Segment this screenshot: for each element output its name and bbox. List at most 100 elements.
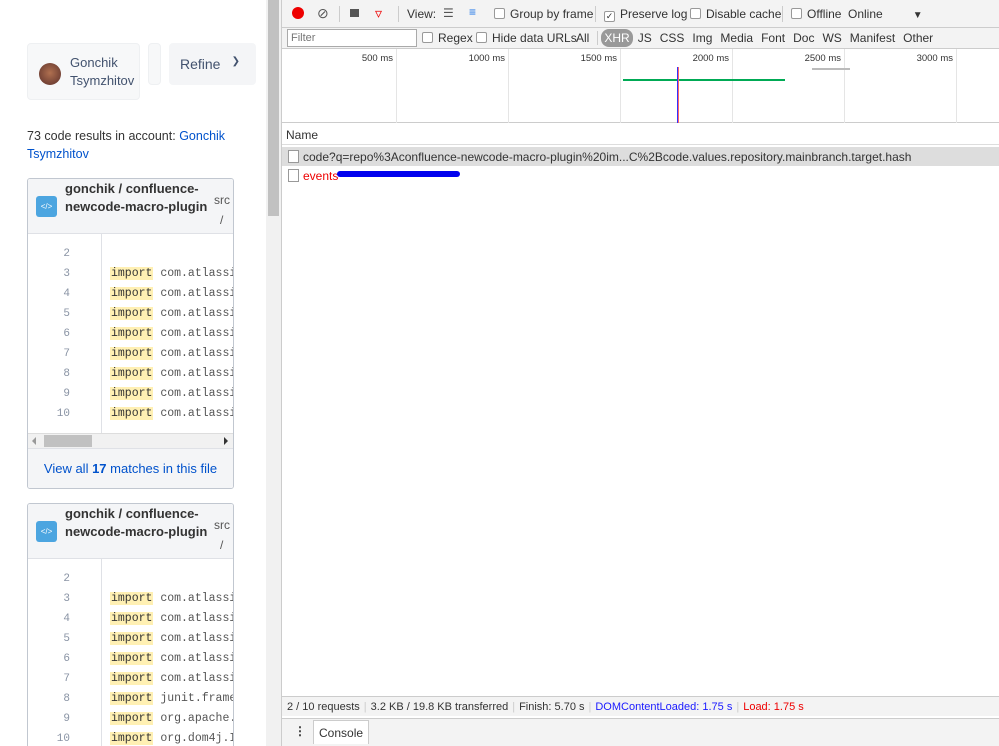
tab-console[interactable]: Console [313, 720, 370, 744]
path-separator: / [114, 506, 126, 521]
filter-input[interactable] [287, 29, 417, 47]
path-separator: / [220, 213, 224, 227]
devtools-network-panel: ⊘ ▿ View: ☰ ≡ Group by frame ✓ Preserve l… [281, 0, 999, 746]
code-line: import com.atlassi [110, 612, 233, 625]
code-line: import com.atlassi [110, 652, 234, 665]
match-highlight: import [110, 652, 154, 665]
file-icon [288, 169, 299, 182]
redaction-mark [337, 171, 460, 177]
scroll-right-icon[interactable] [224, 437, 228, 445]
filter-type-js[interactable]: JS [635, 29, 655, 47]
code-text: com.atlassi [160, 347, 234, 360]
match-highlight: import [110, 672, 154, 685]
view-all-matches-link[interactable]: View all 17 matches in this file [28, 448, 233, 488]
repo-owner[interactable]: gonchik [65, 506, 115, 521]
code-text: com.atlassi [160, 652, 234, 665]
repo-link[interactable]: gonchik / confluence-newcode-macro-plugi… [65, 505, 210, 541]
code-file-icon: </> [36, 196, 57, 217]
code-text: com.atlassi [160, 672, 234, 685]
view-label: View: [407, 7, 437, 21]
screenshot-camera-icon[interactable] [350, 9, 359, 17]
code-file-icon: </> [36, 521, 57, 542]
filter-type-media[interactable]: Media [717, 29, 756, 47]
match-highlight: import [110, 632, 154, 645]
clear-icon[interactable]: ⊘ [317, 6, 329, 20]
request-row[interactable]: code?q=repo%3Aconfluence-newcode-macro-p… [282, 147, 999, 166]
code-text: org.dom4j.I [160, 732, 234, 745]
code-text: com.atlassi [160, 307, 234, 320]
throttling-select[interactable]: Online ▼ [848, 7, 923, 21]
waterfall-overview-icon[interactable]: ≡ [469, 5, 476, 19]
repo-link[interactable]: gonchik / confluence-newcode-macro-plugi… [65, 180, 210, 216]
code-text: com.atlassi [160, 632, 234, 645]
code-line: import org.dom4j.I [110, 732, 234, 745]
match-highlight: import [110, 287, 154, 300]
line-number: 5 [63, 308, 70, 320]
filter-type-all[interactable]: All [573, 29, 592, 47]
line-number: 2 [63, 573, 70, 585]
match-highlight: import [110, 612, 154, 625]
scroll-left-icon[interactable] [32, 437, 36, 445]
code-text: junit.frame [160, 692, 234, 705]
group-by-frame-checkbox[interactable]: Group by frame [494, 7, 593, 21]
filter-type-ws[interactable]: WS [819, 29, 844, 47]
code-line: import com.atlassi [110, 592, 234, 605]
horizontal-scrollbar[interactable] [28, 433, 233, 448]
card-header: </> gonchik / confluence-newcode-macro-pl… [28, 179, 233, 234]
line-number: 6 [63, 328, 70, 340]
load-marker [678, 67, 679, 123]
user-filter-chip[interactable]: Gonchik Tsymzhitov [27, 43, 140, 100]
filter-type-font[interactable]: Font [758, 29, 788, 47]
name-column-header[interactable]: Name [282, 125, 999, 145]
code-text: com.atlassi [160, 267, 234, 280]
filter-type-manifest[interactable]: Manifest [847, 29, 898, 47]
filter-type-css[interactable]: CSS [657, 29, 688, 47]
filter-type-xhr[interactable]: XHR [601, 29, 633, 47]
refine-button[interactable]: Refine ❯ [169, 43, 256, 85]
repo-owner[interactable]: gonchik [65, 181, 115, 196]
user-name: Gonchik Tsymzhitov [70, 55, 135, 88]
more-menu-icon[interactable]: ⋮ [294, 724, 306, 738]
filter-type-img[interactable]: Img [689, 29, 715, 47]
offline-checkbox[interactable]: Offline [791, 7, 841, 21]
regex-checkbox[interactable]: Regex [422, 31, 473, 45]
filter-icon[interactable]: ▿ [375, 5, 382, 21]
large-rows-icon[interactable]: ☰ [443, 6, 454, 20]
empty-filter[interactable] [148, 43, 161, 85]
match-highlight: import [110, 692, 154, 705]
request-name[interactable]: code?q=repo%3Aconfluence-newcode-macro-p… [303, 150, 911, 164]
request-name[interactable]: events [303, 169, 338, 183]
line-number: 9 [63, 713, 70, 725]
line-number: 8 [63, 368, 70, 380]
line-number: 7 [63, 348, 70, 360]
preserve-log-checkbox[interactable]: ✓ Preserve log [604, 7, 687, 22]
hide-data-urls-checkbox[interactable]: Hide data URLs [476, 31, 577, 45]
code-text: com.atlassi [160, 387, 234, 400]
filter-type-doc[interactable]: Doc [790, 29, 817, 47]
line-number: 3 [63, 593, 70, 605]
line-number: 6 [63, 653, 70, 665]
filter-bar: Regex Hide data URLs All XHRJSCSSImgMedia… [282, 28, 999, 49]
code-text: com.atlassi [160, 407, 234, 420]
code-result-card: </> gonchik / confluence-newcode-macro-pl… [27, 178, 234, 489]
timeline-overview: 500 ms 1000 ms 1500 ms 2000 ms 2500 ms 3000 m… [282, 49, 999, 123]
code-text: com.atlassi [160, 592, 234, 605]
file-path[interactable]: src / [214, 190, 230, 230]
code-text: com.atlassi [160, 287, 234, 300]
record-icon[interactable] [292, 7, 304, 19]
path-segment[interactable]: src [214, 193, 230, 207]
disable-cache-checkbox[interactable]: Disable cache [690, 7, 781, 21]
match-highlight: import [110, 347, 154, 360]
card-header: </> gonchik / confluence-newcode-macro-pl… [28, 504, 233, 559]
code-result-card: </> gonchik / confluence-newcode-macro-pl… [27, 503, 234, 746]
match-highlight: import [110, 732, 154, 745]
path-segment[interactable]: src [214, 518, 230, 532]
filter-type-other[interactable]: Other [900, 29, 936, 47]
line-number: 4 [63, 613, 70, 625]
file-path[interactable]: src / [214, 515, 230, 555]
page-scrollbar-thumb[interactable] [268, 0, 279, 216]
code-text: com.atlassi [160, 327, 234, 340]
line-number: 8 [63, 693, 70, 705]
scrollbar-thumb[interactable] [44, 435, 92, 447]
code-line: import com.atlassi [110, 632, 234, 645]
